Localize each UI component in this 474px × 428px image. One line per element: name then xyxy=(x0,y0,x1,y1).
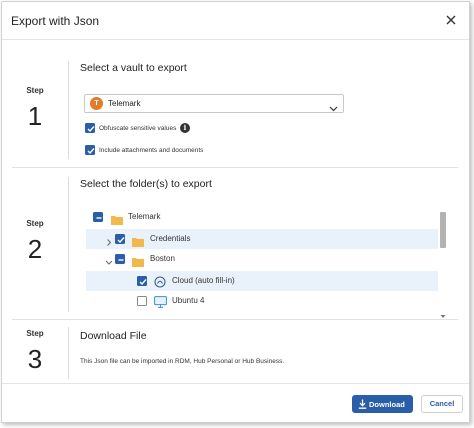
tree-row[interactable]: Credentials xyxy=(86,229,438,249)
tree-item-label: Boston xyxy=(150,254,175,263)
tree-item-label: Cloud (auto fill-in) xyxy=(172,276,235,285)
tree-item-label: Telemark xyxy=(128,212,161,221)
tree-item-label: Ubuntu 4 xyxy=(172,296,205,305)
close-icon[interactable] xyxy=(443,12,459,28)
vault-select[interactable]: T Telemark xyxy=(84,94,344,113)
download-icon xyxy=(358,399,367,409)
download-button-label: Download xyxy=(369,400,405,409)
step-number: 2 xyxy=(27,234,43,264)
dialog-title: Export with Json xyxy=(11,14,100,28)
dialog-header: Export with Json xyxy=(2,2,469,40)
tree-item-label: Credentials xyxy=(150,234,191,243)
download-button[interactable]: Download xyxy=(352,395,413,413)
attachments-checkbox[interactable] xyxy=(85,145,95,155)
cloud-autofill-icon xyxy=(154,275,166,288)
download-description: This Json file can be imported in RDM, H… xyxy=(80,358,285,365)
tree-checkbox[interactable] xyxy=(115,254,125,264)
step-label: Step xyxy=(26,329,44,338)
step-divider xyxy=(68,61,69,159)
step-divider xyxy=(68,177,69,312)
footer-divider xyxy=(2,383,469,384)
tree-row[interactable]: Cloud (auto fill-in) xyxy=(86,271,438,291)
tree-row[interactable]: Ubuntu 4 xyxy=(86,291,438,311)
tree-checkbox[interactable] xyxy=(93,212,103,222)
tree-checkbox[interactable] xyxy=(115,234,125,244)
folder-tree: Telemark Credentials Boston Cloud (auto … xyxy=(86,205,448,315)
info-icon[interactable]: i xyxy=(180,123,190,133)
tree-checkbox[interactable] xyxy=(137,296,147,306)
step-3-indicator: Step 3 xyxy=(2,329,68,372)
export-json-dialog: Export with Json Step 1 Select a vault t… xyxy=(1,1,470,423)
cancel-button[interactable]: Cancel xyxy=(421,395,463,413)
obfuscate-checkbox[interactable] xyxy=(85,123,95,133)
vault-selected-value: Telemark xyxy=(108,99,141,108)
vault-avatar: T xyxy=(90,97,103,110)
step-label: Step xyxy=(26,219,44,228)
tree-checkbox[interactable] xyxy=(137,276,147,286)
attachments-label: Include attachments and documents xyxy=(99,147,204,154)
step-1-indicator: Step 1 xyxy=(2,86,68,129)
step-1-title: Select a vault to export xyxy=(80,62,187,74)
step-label: Step xyxy=(26,86,44,95)
step-2-title: Select the folder(s) to export xyxy=(80,178,212,190)
step-3-title: Download File xyxy=(80,330,147,342)
tree-row[interactable]: Boston xyxy=(86,249,438,269)
tree-row[interactable]: Telemark xyxy=(86,207,438,227)
step-divider xyxy=(68,327,69,379)
chevron-down-icon[interactable] xyxy=(105,254,113,265)
folder-icon xyxy=(132,254,144,267)
obfuscate-label: Obfuscate sensitive values xyxy=(99,125,177,132)
folder-icon xyxy=(132,234,144,247)
section-divider xyxy=(12,319,458,320)
monitor-icon xyxy=(154,295,167,308)
chevron-down-icon xyxy=(329,100,338,112)
section-divider xyxy=(12,167,458,168)
scroll-down-icon[interactable] xyxy=(440,306,446,318)
scrollbar-thumb[interactable] xyxy=(440,212,446,248)
folder-icon xyxy=(111,212,123,225)
step-number: 1 xyxy=(27,101,43,131)
step-number: 3 xyxy=(27,344,43,374)
step-2-indicator: Step 2 xyxy=(2,219,68,262)
chevron-right-icon[interactable] xyxy=(105,234,113,246)
